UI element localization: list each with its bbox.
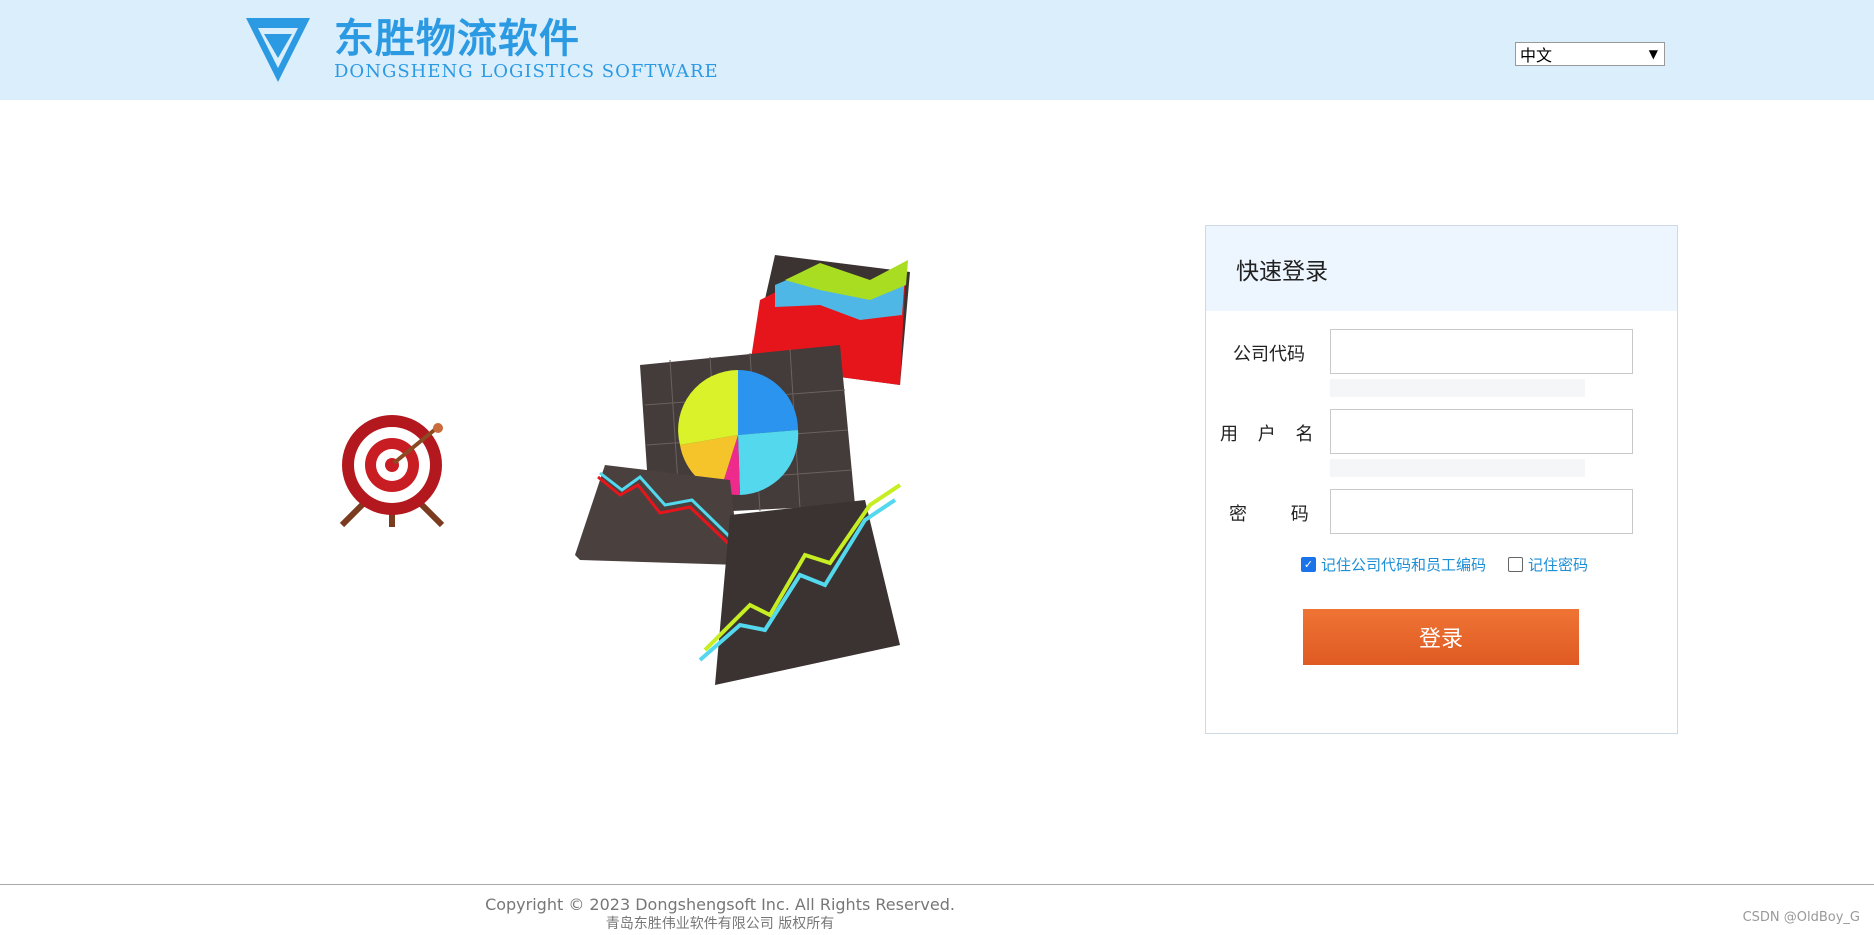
language-selected-value: 中文 xyxy=(1520,46,1553,65)
login-title: 快速登录 xyxy=(1206,226,1677,311)
username-row: 用 户 名 xyxy=(1206,409,1679,477)
diamond-logo-icon xyxy=(246,18,310,82)
company-code-input[interactable] xyxy=(1330,329,1633,374)
line-chart-board-left xyxy=(575,465,740,565)
company-code-label: 公司代码 xyxy=(1233,344,1305,365)
username-input[interactable] xyxy=(1330,409,1633,454)
chevron-down-icon: ▼ xyxy=(1648,47,1658,61)
password-input[interactable] xyxy=(1330,489,1633,534)
company-code-hint xyxy=(1330,379,1585,397)
remember-company-label[interactable]: 记住公司代码和员工编码 xyxy=(1321,554,1486,575)
language-select[interactable]: 中文 ▼ xyxy=(1515,42,1665,66)
header-bar: 东胜物流软件 DONGSHENG LOGISTICS SOFTWARE 中文 ▼ xyxy=(0,0,1874,100)
logo-title-en: DONGSHENG LOGISTICS SOFTWARE xyxy=(334,61,719,82)
business-charts-illustration xyxy=(339,255,910,685)
target-icon xyxy=(339,415,445,528)
logo-title-cn: 东胜物流软件 xyxy=(334,16,580,62)
csdn-watermark: CSDN @OldBoy_G xyxy=(1742,910,1860,925)
remember-options: ✓ 记住公司代码和员工编码 记住密码 xyxy=(1301,554,1588,575)
username-label: 用 户 名 xyxy=(1220,424,1314,445)
footer-company: 青岛东胜伟业软件有限公司 版权所有 xyxy=(605,916,835,932)
password-row: 密 码 xyxy=(1206,489,1679,534)
remember-company-checkbox[interactable]: ✓ xyxy=(1301,557,1316,572)
footer-copyright: Copyright © 2023 Dongshengsoft Inc. All … xyxy=(485,895,955,914)
brand-logo[interactable]: 东胜物流软件 DONGSHENG LOGISTICS SOFTWARE xyxy=(242,14,719,86)
username-hint xyxy=(1330,459,1585,477)
line-chart-board-right xyxy=(698,483,902,685)
company-code-row: 公司代码 xyxy=(1206,329,1679,397)
remember-password-label[interactable]: 记住密码 xyxy=(1528,554,1588,575)
login-button[interactable]: 登录 xyxy=(1303,609,1579,665)
footer-divider xyxy=(0,884,1874,885)
remember-password-checkbox[interactable] xyxy=(1508,557,1524,572)
login-panel: 快速登录 公司代码 用 户 名 密 码 ✓ 记住公司代码和员工编码 记住密码 登… xyxy=(1205,225,1678,734)
password-label: 密 码 xyxy=(1229,504,1309,525)
